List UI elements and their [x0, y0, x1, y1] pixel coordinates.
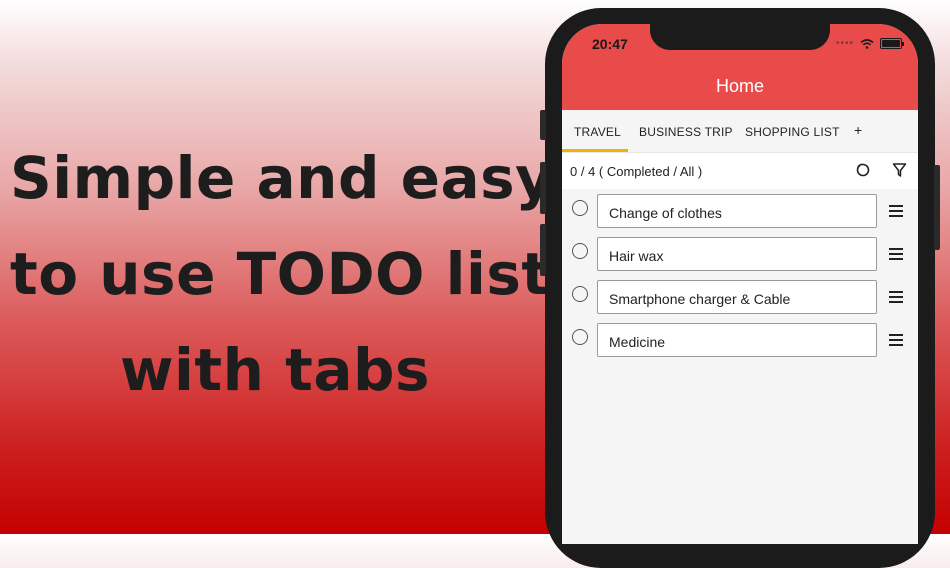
phone-screen: 20:47 •••• Home TRAVEL BUSINESS TRIP SHO… — [562, 24, 918, 544]
tab-travel[interactable]: TRAVEL — [574, 125, 621, 139]
drag-handle-icon[interactable] — [889, 334, 903, 349]
checkbox-circle-icon[interactable] — [572, 329, 588, 345]
todo-item: Medicine — [562, 323, 918, 359]
status-time: 20:47 — [592, 36, 628, 52]
checkbox-circle-icon[interactable] — [572, 286, 588, 302]
tab-bar: TRAVEL BUSINESS TRIP SHOPPING LIST + — [562, 110, 918, 153]
wifi-icon — [860, 38, 874, 49]
headline-line-2: to use TODO list — [10, 240, 550, 308]
phone-power-button — [934, 165, 940, 250]
status-icons: •••• — [835, 38, 904, 49]
todo-item: Hair wax — [562, 237, 918, 273]
todo-item: Change of clothes — [562, 194, 918, 230]
completion-summary: 0 / 4 ( Completed / All ) — [570, 164, 703, 179]
signal-icon: •••• — [835, 38, 854, 49]
tab-shopping-list[interactable]: SHOPPING LIST — [745, 125, 840, 139]
headline-line-1: Simple and easy — [10, 144, 554, 212]
todo-text-field[interactable]: Hair wax — [597, 237, 877, 271]
promo-headline: Simple and easy to use TODO list with ta… — [10, 130, 554, 418]
page-title: Home — [715, 76, 764, 96]
todo-text-field[interactable]: Change of clothes — [597, 194, 877, 228]
tab-business-trip[interactable]: BUSINESS TRIP — [639, 125, 733, 139]
todo-text-field[interactable]: Medicine — [597, 323, 877, 357]
todo-item: Smartphone charger & Cable — [562, 280, 918, 316]
headline-line-3: with tabs — [119, 336, 431, 404]
reset-icon[interactable] — [855, 162, 871, 178]
phone-notch — [650, 24, 830, 50]
checkbox-circle-icon[interactable] — [572, 243, 588, 259]
drag-handle-icon[interactable] — [889, 248, 903, 263]
active-tab-indicator — [562, 149, 628, 152]
add-tab-button[interactable]: + — [854, 122, 862, 138]
summary-bar: 0 / 4 ( Completed / All ) — [562, 153, 918, 189]
todo-text-field[interactable]: Smartphone charger & Cable — [597, 280, 877, 314]
checkbox-circle-icon[interactable] — [572, 200, 588, 216]
drag-handle-icon[interactable] — [889, 291, 903, 306]
app-bar: 20:47 •••• Home — [562, 24, 918, 110]
phone-volume-up — [540, 162, 546, 214]
drag-handle-icon[interactable] — [889, 205, 903, 220]
filter-icon[interactable] — [892, 162, 907, 178]
phone-silent-switch — [540, 110, 546, 140]
phone-volume-down — [540, 224, 546, 276]
battery-icon — [880, 38, 904, 49]
